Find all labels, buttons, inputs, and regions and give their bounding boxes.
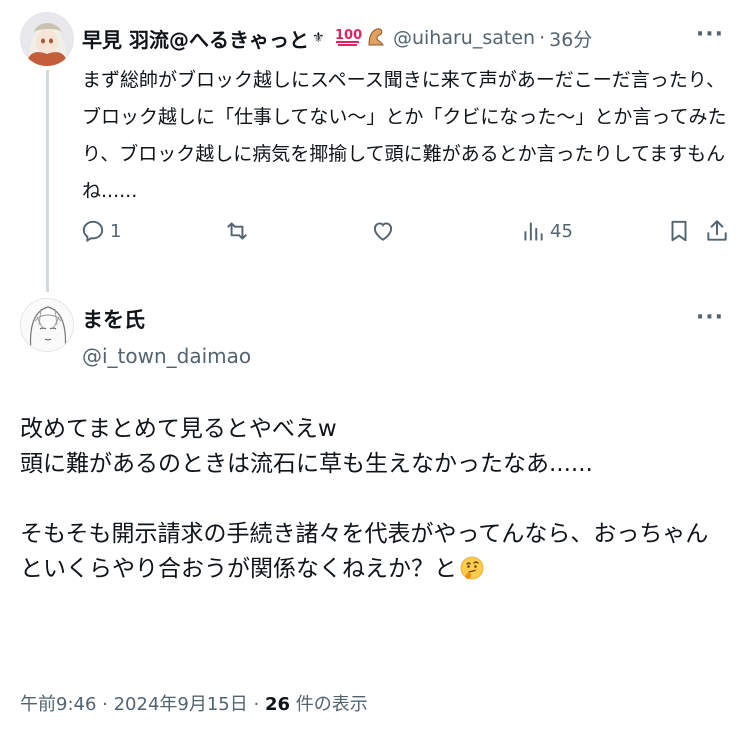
tweet-time[interactable]: 午前9:46 bbox=[20, 694, 96, 715]
share-button[interactable] bbox=[704, 218, 730, 244]
sketch-avatar-image bbox=[21, 299, 73, 351]
views-count: 45 bbox=[550, 220, 573, 242]
share-icon bbox=[707, 220, 727, 241]
views-total: 26 bbox=[264, 694, 290, 715]
main-tweet-text: 改めてまとめて見るとやべえw 頭に難があるのときは流石に草も生えなかったなあ..… bbox=[20, 412, 730, 587]
arm-emoji bbox=[365, 25, 387, 51]
reply-handle[interactable]: @uiharu_saten bbox=[393, 27, 535, 49]
thinking-face-emoji bbox=[459, 552, 485, 587]
reply-count: 1 bbox=[110, 220, 122, 242]
tweet-meta: 午前9:46 · 2024年9月15日 · 26 件の表示 bbox=[20, 690, 368, 716]
main-avatar[interactable] bbox=[20, 298, 74, 352]
reply-display-name[interactable]: 早見 羽流@へるきゃっと bbox=[82, 24, 309, 53]
badge-emoji: ⚜ bbox=[311, 26, 333, 50]
tweet-date[interactable]: 2024年9月15日 bbox=[114, 694, 248, 715]
views-label: 件の表示 bbox=[290, 694, 368, 715]
hundred-points-emoji: 100 bbox=[335, 25, 363, 51]
tweet-thread-page: 早見 羽流@へるきゃっと ⚜ 100 @uiharu_saten · 36分 ·… bbox=[0, 0, 750, 750]
reply-action-bar: 1 45 bbox=[80, 218, 730, 250]
bookmark-icon bbox=[671, 220, 687, 242]
retweet-icon bbox=[227, 222, 247, 240]
meta-separator: · bbox=[96, 694, 114, 715]
separator-dot: · bbox=[539, 27, 546, 49]
bookmark-button[interactable] bbox=[666, 218, 692, 244]
reply-header: 早見 羽流@へるきゃっと ⚜ 100 @uiharu_saten · 36分 bbox=[82, 22, 592, 54]
reply-avatar[interactable] bbox=[20, 12, 74, 66]
heart-icon bbox=[373, 222, 393, 241]
meta-separator: · bbox=[247, 694, 265, 715]
main-handle[interactable]: @i_town_daimao bbox=[82, 344, 251, 368]
reply-icon bbox=[82, 220, 104, 243]
reply-text: まず総帥がブロック越しにスペース聞きに来て声があーだこーだ言ったり、ブロック越し… bbox=[82, 69, 727, 202]
main-tweet-body: 改めてまとめて見るとやべえw 頭に難があるのときは流石に草も生えなかったなあ..… bbox=[20, 416, 709, 582]
reply-timestamp[interactable]: 36分 bbox=[549, 25, 592, 52]
views-bar-chart-icon bbox=[524, 222, 543, 241]
thread-connector-line bbox=[46, 70, 49, 292]
svg-text:⚜: ⚜ bbox=[312, 30, 325, 46]
main-more-options-icon[interactable]: ··· bbox=[696, 305, 724, 330]
anime-avatar-image bbox=[20, 12, 74, 66]
retweet-button[interactable] bbox=[224, 218, 254, 244]
reply-more-options-icon[interactable]: ··· bbox=[696, 22, 724, 47]
reply-button[interactable]: 1 bbox=[80, 218, 121, 244]
main-display-name[interactable]: まを氏 bbox=[82, 304, 145, 334]
views-button[interactable]: 45 bbox=[520, 218, 573, 244]
like-button[interactable] bbox=[370, 218, 400, 244]
svg-text:100: 100 bbox=[335, 28, 362, 43]
